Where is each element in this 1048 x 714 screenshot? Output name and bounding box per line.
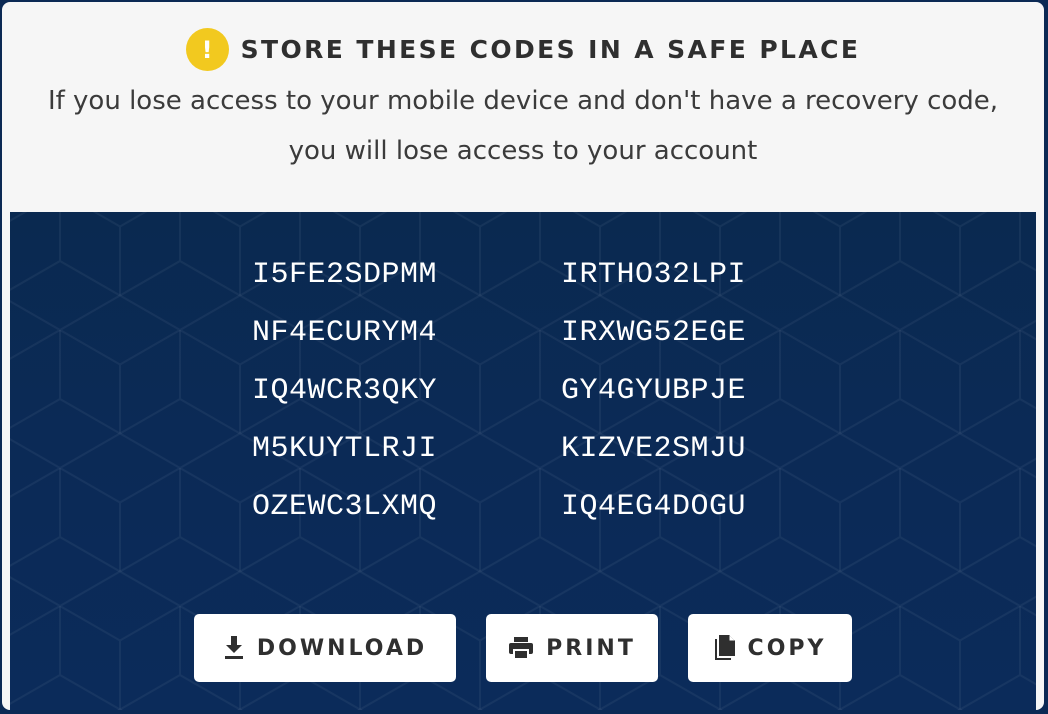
recovery-code: KIZVE2SMJU	[561, 432, 747, 466]
download-button[interactable]: DOWNLOAD	[194, 614, 456, 682]
copy-button[interactable]: COPY	[688, 614, 852, 682]
recovery-codes-grid: I5FE2SDPMM NF4ECURYM4 IQ4WCR3QKY M5KUYTL…	[10, 212, 1036, 572]
recovery-code: M5KUYTLRJI	[252, 432, 438, 466]
recovery-code: IRXWG52EGE	[561, 316, 747, 350]
recovery-code: OZEWC3LXMQ	[252, 490, 438, 524]
codes-panel: I5FE2SDPMM NF4ECURYM4 IQ4WCR3QKY M5KUYTL…	[10, 212, 1036, 710]
recovery-code: I5FE2SDPMM	[252, 258, 438, 292]
printer-icon	[508, 636, 534, 660]
warning-title-row: ! STORE THESE CODES IN A SAFE PLACE	[2, 28, 1044, 71]
recovery-code: IQ4EG4DOGU	[561, 490, 747, 524]
download-icon	[223, 636, 245, 660]
recovery-codes-panel: ! STORE THESE CODES IN A SAFE PLACE If y…	[2, 2, 1044, 710]
recovery-code: NF4ECURYM4	[252, 316, 438, 350]
copy-icon	[714, 635, 736, 661]
print-button[interactable]: PRINT	[486, 614, 658, 682]
recovery-code: GY4GYUBPJE	[561, 374, 747, 408]
warning-header: ! STORE THESE CODES IN A SAFE PLACE If y…	[2, 2, 1044, 212]
print-label: PRINT	[546, 635, 636, 661]
warning-title: STORE THESE CODES IN A SAFE PLACE	[240, 35, 861, 64]
recovery-codes-window: ! STORE THESE CODES IN A SAFE PLACE If y…	[0, 0, 1048, 714]
recovery-code: IQ4WCR3QKY	[252, 374, 438, 408]
exclamation-icon: !	[185, 28, 229, 71]
copy-label: COPY	[747, 635, 827, 661]
recovery-code: IRTHO32LPI	[561, 258, 747, 292]
download-label: DOWNLOAD	[256, 635, 428, 661]
warning-message: If you lose access to your mobile device…	[47, 86, 999, 166]
